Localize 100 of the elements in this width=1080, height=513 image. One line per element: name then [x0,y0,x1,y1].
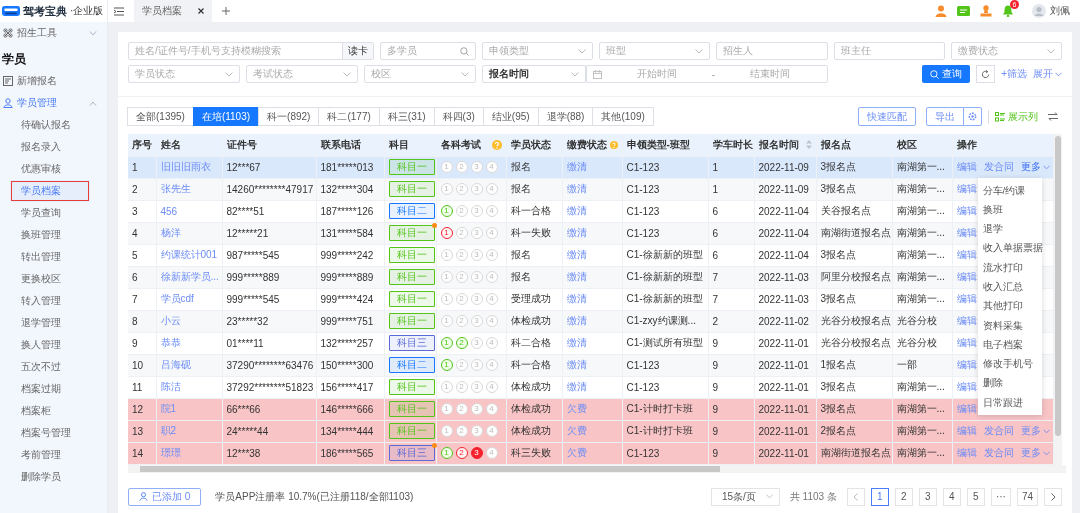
nav-sub-item[interactable]: 考前管理 [0,444,107,466]
payment-status-link[interactable]: 缴清 [566,227,587,238]
status-tab[interactable]: 退学(88) [537,107,594,126]
nav-sub-item[interactable]: 换人管理 [0,334,107,356]
select-field[interactable]: 缴费状态 [950,42,1062,60]
action-link[interactable]: 编辑 [956,380,977,394]
menu-item[interactable]: 日常跟进 [977,392,1042,413]
payment-status-link[interactable]: 欠费 [566,403,587,414]
page-button[interactable]: 3 [918,487,937,506]
select-field[interactable]: 校区 [364,65,476,83]
sort-icon[interactable] [805,140,812,150]
nav-item[interactable]: 学员管理 [0,92,107,114]
expand-link[interactable]: 展开 [1033,67,1062,81]
status-tab[interactable]: 结业(95) [482,107,539,126]
page-button[interactable]: 2 [894,487,913,506]
nav-sub-item[interactable]: 转入管理 [0,290,107,312]
close-icon[interactable] [198,8,204,14]
action-link[interactable]: 编辑 [956,248,977,262]
payment-status-link[interactable]: 缴清 [566,315,587,326]
page-button[interactable]: 74 [1016,487,1038,506]
payment-status-link[interactable]: 缴清 [566,249,587,260]
student-name-link[interactable]: 院1 [160,403,177,414]
menu-item[interactable]: 电子档案 [977,334,1042,355]
payment-status-link[interactable]: 缴清 [566,359,587,370]
page-size-select[interactable]: 15条/页 [710,487,780,506]
select-field[interactable]: 学员状态 [128,65,240,83]
student-name-link[interactable]: 杨洋 [160,227,181,238]
nav-sub-item[interactable]: 报名录入 [0,136,107,158]
menu-item[interactable]: 换班 [977,199,1042,220]
action-link[interactable]: 编辑 [956,424,977,438]
nav-sub-item[interactable]: 优惠审核 [0,158,107,180]
select-field[interactable]: 报名时间 [482,65,586,83]
action-link[interactable]: 编辑 [956,402,977,416]
vertical-scrollbar[interactable] [1054,134,1062,465]
status-tab[interactable]: 在培(1103) [192,107,260,126]
student-name-link[interactable]: 456 [160,205,178,217]
menu-item[interactable]: 收入单据票据 [977,238,1042,258]
menu-item[interactable]: 删除 [977,373,1042,393]
date-range-field[interactable]: 开始时间 - 结束时间 [586,65,828,83]
payment-status-link[interactable]: 欠费 [566,447,587,458]
bell-icon[interactable] [1002,5,1014,17]
page-button[interactable]: ··· [990,487,1011,506]
nav-item[interactable]: 招生工具 [0,22,107,44]
nav-sub-item[interactable]: 档案号管理 [0,422,107,444]
menu-item[interactable]: 收入汇总 [977,277,1042,297]
status-tab[interactable]: 科二(177) [318,107,380,126]
nav-sub-item[interactable]: 删除学员 [0,466,107,488]
menu-item[interactable]: 资料采集 [977,315,1042,335]
student-name-link[interactable]: 职2 [160,425,177,436]
user-name[interactable]: 刘佩 [1050,4,1070,18]
student-name-link[interactable]: 陈洁 [160,381,181,392]
action-link[interactable]: 编辑 [956,336,977,350]
status-tab[interactable]: 科三(31) [378,107,435,126]
refresh-button[interactable] [976,65,996,83]
status-tab[interactable]: 全部(1395) [127,107,194,126]
columns-link[interactable]: 展示列 [995,109,1038,124]
nav-sub-item[interactable]: 档案过期 [0,378,107,400]
nav-sub-item[interactable]: 转出管理 [0,246,107,268]
status-tab[interactable]: 其他(109) [592,107,654,126]
status-tab[interactable]: 科一(892) [258,107,320,126]
added-button[interactable]: 已添加 0 [128,487,202,506]
more-link[interactable]: 更多 [1020,446,1050,460]
student-name-link[interactable]: 恭恭 [160,337,181,348]
menu-item[interactable]: 修改手机号 [977,354,1042,374]
person-icon[interactable] [935,5,947,17]
select-field[interactable]: 班型 [599,42,711,60]
action-link[interactable]: 发合同 [983,446,1014,460]
action-link[interactable]: 发合同 [983,160,1014,174]
menu-item[interactable]: 退学 [977,219,1042,239]
student-search-field[interactable]: 多学员 [380,42,476,60]
page-button[interactable]: 5 [966,487,985,506]
select-field[interactable]: 申领类型 [482,42,594,60]
payment-status-link[interactable]: 缴清 [566,183,587,194]
student-name-link[interactable]: 璟璟 [160,447,181,458]
action-link[interactable]: 编辑 [956,270,977,284]
add-tab-icon[interactable] [222,7,230,15]
query-button[interactable]: 查询 [922,65,971,83]
more-link[interactable]: 更多 [1020,424,1050,438]
student-name-link[interactable]: 约课统计001 [160,249,218,260]
quick-match-button[interactable]: 快速匹配 [858,107,916,126]
student-name-link[interactable]: 吕海砚 [160,359,191,370]
horizontal-scrollbar[interactable] [128,464,1066,473]
student-name-link[interactable]: 学员cdf [160,293,194,304]
settings-button[interactable] [963,107,982,126]
select-field[interactable]: 考试状态 [246,65,358,83]
menu-item[interactable]: 分车/约课 [977,180,1042,200]
action-link[interactable]: 编辑 [956,204,977,218]
nav-sub-item[interactable]: 学员查询 [0,202,107,224]
nav-item[interactable]: 新增报名 [0,70,107,92]
stamp-icon[interactable] [980,5,992,17]
menu-icon[interactable] [114,6,124,16]
student-name-link[interactable]: 旧旧旧雨衣 [160,161,211,172]
input-field[interactable]: 招生人 [716,42,828,60]
search-field[interactable]: 姓名/证件号/手机号支持模糊搜索 读卡 [128,42,374,60]
nav-sub-item[interactable]: 学员档案 [10,180,90,202]
nav-sub-item[interactable]: 换班管理 [0,224,107,246]
swap-icon[interactable] [1048,112,1058,121]
action-link[interactable]: 编辑 [956,226,977,240]
search-icon[interactable] [460,46,469,56]
payment-status-link[interactable]: 缴清 [566,293,587,304]
